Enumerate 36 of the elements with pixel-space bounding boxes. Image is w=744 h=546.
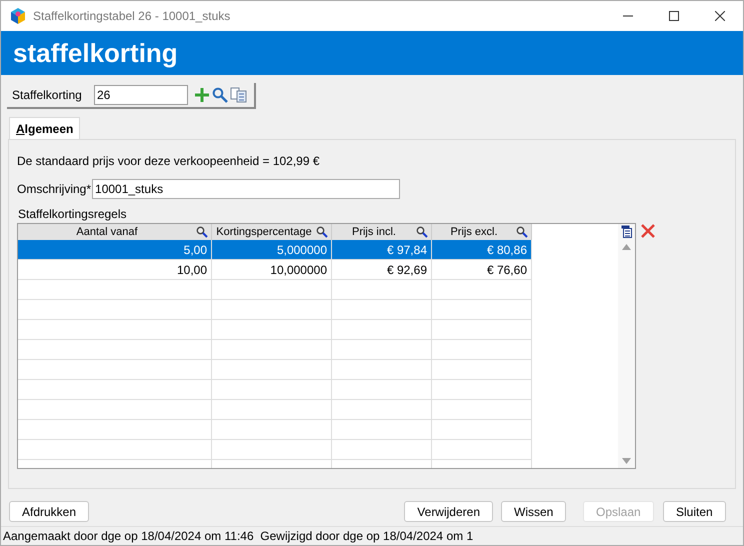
close-icon[interactable] [715, 11, 725, 21]
search-icon[interactable] [516, 226, 528, 238]
action-button[interactable]: Sluiten [663, 501, 726, 522]
table-cell: € 97,84 [332, 240, 432, 259]
table-cell: 10,00 [18, 260, 212, 279]
window-title: Staffelkortingstabel 26 - 10001_stuks [33, 8, 230, 25]
toolbar-label: Staffelkorting [12, 87, 83, 104]
table-row[interactable]: 10,00 10,000000 € 92,69 € 76,60 [18, 260, 532, 280]
columns-icon[interactable] [621, 225, 632, 238]
table-cell: 5,00 [18, 240, 212, 259]
table-cell: € 92,69 [332, 260, 432, 279]
table-cell: € 80,86 [432, 240, 532, 259]
field-label: Omschrijving* [17, 181, 92, 198]
table-row[interactable]: 5,00 5,000000 € 97,84 € 80,86 [18, 240, 532, 260]
plus-icon[interactable] [194, 87, 210, 103]
search-icon[interactable] [212, 87, 228, 103]
search-icon[interactable] [316, 226, 328, 238]
app-logo-icon [9, 7, 27, 25]
action-button[interactable]: Afdrukken [9, 501, 90, 522]
action-button[interactable]: Wissen [501, 501, 566, 522]
page-header: staffelkorting [13, 36, 178, 70]
input-field[interactable]: 26 [94, 85, 188, 105]
search-icon[interactable] [416, 226, 428, 238]
input-field[interactable]: 10001_stuks [92, 179, 400, 199]
section-label: Staffelkortingsregels [18, 206, 128, 223]
search-icon[interactable] [196, 226, 208, 238]
maximize-icon[interactable] [669, 11, 679, 21]
copy-icon[interactable] [230, 87, 248, 103]
table-cell: € 76,60 [432, 260, 532, 279]
info-text: De standaard prijs voor deze verkoopeenheid = 102,99 € [17, 153, 321, 170]
tab[interactable]: Algemeen [9, 117, 80, 139]
table-cell: 5,000000 [212, 240, 332, 259]
delete-icon[interactable] [641, 224, 655, 238]
table-cell: 10,000000 [212, 260, 332, 279]
action-button[interactable]: Verwijderen [404, 501, 493, 522]
status-text: Aangemaakt door dge op 18/04/2024 om 11:46 Gewijzigd door dge op 18/04/2024 om 1 [3, 528, 474, 545]
